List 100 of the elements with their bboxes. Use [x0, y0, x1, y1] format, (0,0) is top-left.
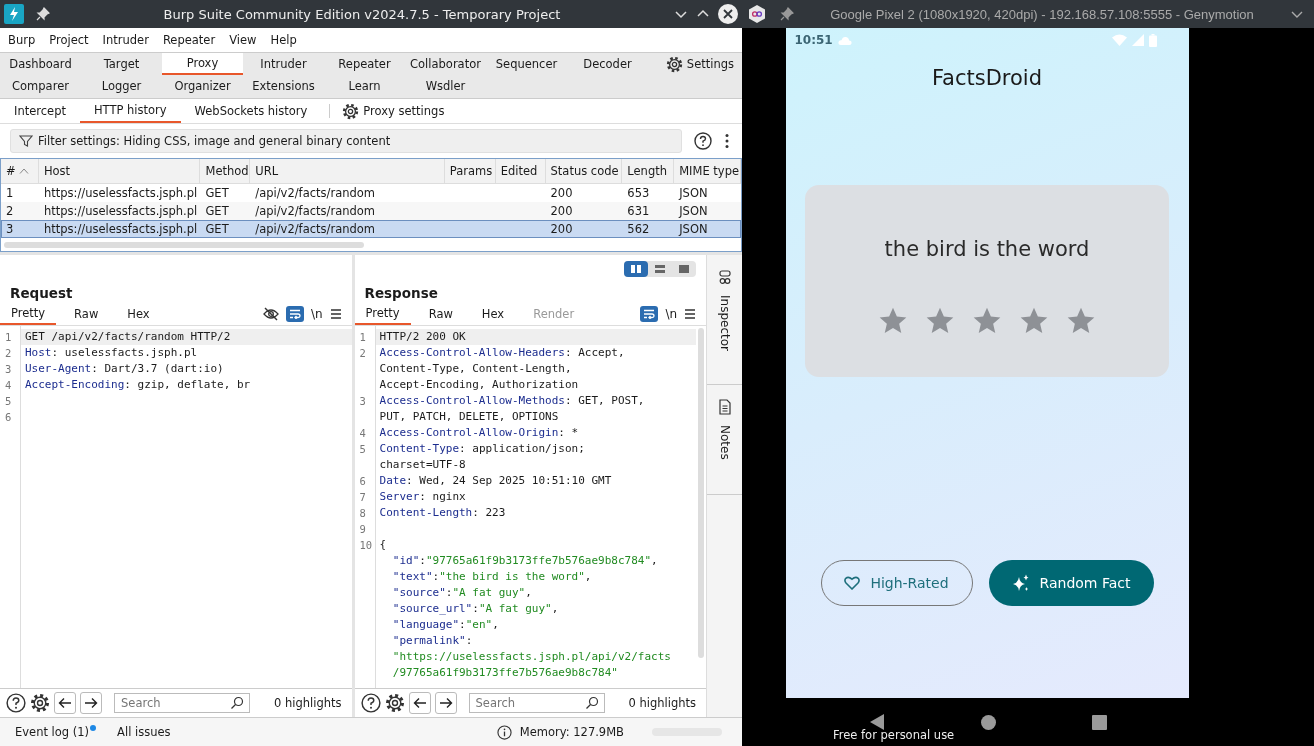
- next-button[interactable]: [434, 692, 457, 714]
- code-line: "https://uselessfacts.jsph.pl/api/v2/facts: [391, 649, 672, 665]
- filter-bar[interactable]: Filter settings: Hiding CSS, image and general binary content: [10, 129, 682, 153]
- line-number: 8: [359, 507, 366, 519]
- menu-item[interactable]: Help: [264, 31, 303, 49]
- back-icon[interactable]: [869, 713, 885, 731]
- newline-toggle[interactable]: \n: [665, 307, 678, 321]
- table-cell: JSON: [679, 204, 708, 218]
- table-row[interactable]: 3 https://uselessfacts.jsph.pl GET /api/v2/facts/random 200 562 JSON: [1, 220, 741, 238]
- recents-icon[interactable]: [1092, 714, 1107, 730]
- table-cell: GET: [205, 222, 229, 236]
- random-fact-button[interactable]: Random Fact: [988, 560, 1154, 606]
- tab[interactable]: Comparer: [0, 75, 81, 97]
- code-line: Content-Length: 223: [378, 505, 507, 521]
- tab[interactable]: Intruder: [243, 53, 324, 75]
- tab[interactable]: Target: [81, 53, 162, 75]
- tab[interactable]: Logger: [81, 75, 162, 97]
- settings-button[interactable]: Settings: [661, 53, 742, 75]
- tab[interactable]: Repeater: [324, 53, 405, 75]
- menu-item[interactable]: Repeater: [156, 31, 222, 49]
- column-header[interactable]: URL: [250, 159, 445, 183]
- close-icon[interactable]: [718, 4, 738, 24]
- table-row[interactable]: 1 https://uselessfacts.jsph.pl GET /api/v2/facts/random 200 653 JSON: [1, 184, 741, 202]
- menu-item[interactable]: View: [223, 31, 263, 49]
- settings-icon[interactable]: [30, 693, 50, 713]
- newline-toggle[interactable]: \n: [310, 307, 323, 321]
- highlights-count: 0 highlights: [274, 696, 343, 710]
- tab[interactable]: Raw: [63, 303, 110, 325]
- column-header[interactable]: #: [1, 159, 39, 183]
- cloud-icon: [837, 35, 852, 45]
- line-number: 9: [359, 523, 366, 535]
- tab[interactable]: Pretty: [0, 303, 57, 325]
- previous-button[interactable]: [54, 692, 76, 714]
- tab[interactable]: Decoder: [567, 53, 648, 75]
- tab[interactable]: Organizer: [162, 75, 243, 97]
- tab[interactable]: Dashboard: [0, 53, 81, 75]
- license-notice: Free for personal use: [833, 728, 955, 742]
- tab[interactable]: Raw: [417, 303, 464, 325]
- word-wrap-icon[interactable]: [640, 306, 659, 322]
- tab[interactable]: Pretty: [354, 303, 411, 325]
- eye-slash-icon[interactable]: [262, 307, 279, 321]
- column-header[interactable]: Status code: [545, 159, 623, 183]
- column-header[interactable]: Length: [622, 159, 675, 183]
- code-line: "text":"the bird is the word",: [391, 569, 593, 585]
- home-icon[interactable]: [981, 714, 996, 730]
- column-header[interactable]: Method: [200, 159, 251, 183]
- pin-icon[interactable]: [780, 7, 794, 21]
- column-header[interactable]: Edited: [495, 159, 546, 183]
- column-header[interactable]: Params: [444, 159, 496, 183]
- tab[interactable]: Proxy: [162, 53, 243, 75]
- line-number: 1: [359, 331, 366, 343]
- tab[interactable]: Hex: [116, 303, 161, 325]
- pane-title: Response: [364, 285, 438, 301]
- table-row[interactable]: 2 https://uselessfacts.jsph.pl GET /api/v2/facts/random 200 631 JSON: [1, 202, 741, 220]
- menu-item[interactable]: Burp: [2, 31, 42, 49]
- message-editor[interactable]: 1 GET /api/v2/facts/random HTTP/2 2 Host: uselessfacts.jsph.pl 3 User-Agent: Dart/3.7 (dart:io) 4 Accept-Encoding: gzip, deflate, br 5 6: [0, 326, 352, 689]
- settings-icon[interactable]: [384, 693, 405, 713]
- menu-icon[interactable]: [329, 309, 342, 319]
- tab[interactable]: Sequencer: [486, 53, 567, 75]
- code-line: "language":"en",: [391, 617, 500, 633]
- menu-icon[interactable]: [684, 309, 697, 319]
- more-options-icon[interactable]: [724, 133, 730, 149]
- tab[interactable]: Wsdler: [405, 75, 486, 97]
- document-icon: [717, 399, 732, 415]
- line-number: 10: [359, 539, 373, 551]
- split-columns-icon[interactable]: [624, 261, 649, 277]
- next-button[interactable]: [80, 692, 102, 714]
- event-log-link[interactable]: Event log (1): [15, 725, 90, 739]
- table-cell: /api/v2/facts/random: [255, 204, 375, 218]
- tab[interactable]: Intercept: [0, 99, 80, 123]
- tab[interactable]: HTTP history: [79, 99, 181, 123]
- menu-item[interactable]: Intruder: [96, 31, 155, 49]
- tab[interactable]: Learn: [324, 75, 405, 97]
- column-header[interactable]: Host: [38, 159, 201, 183]
- search-field[interactable]: Search: [114, 693, 250, 713]
- code-line: Host: uselessfacts.jsph.pl: [24, 345, 199, 361]
- help-icon[interactable]: [360, 693, 381, 713]
- tab[interactable]: Collaborator: [405, 53, 486, 75]
- search-field[interactable]: Search: [468, 693, 605, 713]
- scrollbar[interactable]: [698, 328, 705, 658]
- info-icon[interactable]: [496, 724, 512, 740]
- line-number: 3: [5, 363, 12, 375]
- previous-button[interactable]: [408, 692, 431, 714]
- help-icon[interactable]: [6, 693, 26, 713]
- fact-text: the bird is the word: [884, 237, 1090, 261]
- tab[interactable]: WebSockets history: [180, 99, 322, 123]
- proxy-settings-button[interactable]: Proxy settings: [338, 100, 453, 122]
- signal-icon: [1131, 34, 1144, 46]
- help-icon[interactable]: [694, 132, 712, 150]
- scrollbar[interactable]: [4, 242, 364, 248]
- message-editor[interactable]: [354, 326, 707, 689]
- tab[interactable]: Extensions: [243, 75, 324, 97]
- menu-item[interactable]: Project: [43, 31, 95, 49]
- wifi-icon: [1111, 34, 1127, 46]
- word-wrap-icon[interactable]: [285, 306, 304, 322]
- table-cell: /api/v2/facts/random: [255, 186, 375, 200]
- column-header[interactable]: MIME type: [674, 159, 741, 183]
- code-line: Access-Control-Allow-Headers: Accept,: [378, 345, 626, 361]
- all-issues-link[interactable]: All issues: [117, 725, 171, 739]
- tab[interactable]: Hex: [470, 303, 516, 325]
